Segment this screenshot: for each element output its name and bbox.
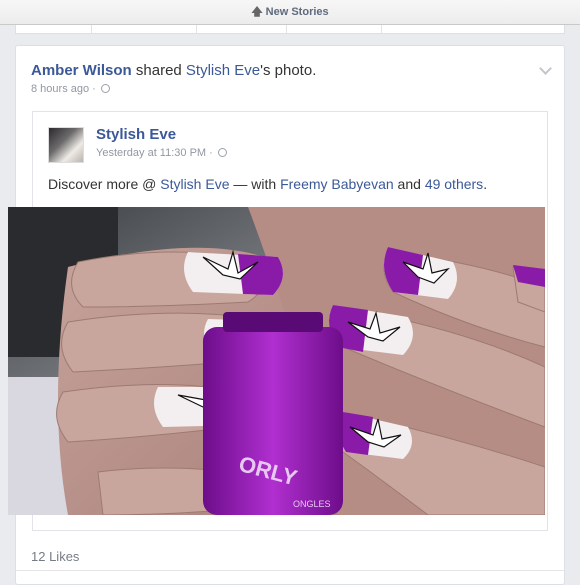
shared-description: Discover more @ Stylish Eve — with Freem…	[48, 176, 487, 192]
verb-text: shared	[131, 62, 186, 79]
story-timestamp[interactable]: 8 hours ago ·	[31, 83, 110, 95]
shared-time-text: Yesterday at 11:30 PM ·	[96, 147, 216, 159]
tagged-person-link[interactable]: Freemy Babyevan	[280, 176, 394, 192]
story-time-text: 8 hours ago ·	[31, 83, 99, 95]
desc-page-link[interactable]: Stylish Eve	[160, 176, 229, 192]
others-link[interactable]: 49 others	[425, 176, 483, 192]
new-stories-label: New Stories	[265, 6, 329, 18]
globe-icon	[217, 148, 227, 157]
nail-polish-bottle: ORLY ONGLES	[203, 312, 343, 515]
desc-and: and	[393, 176, 425, 192]
shared-timestamp[interactable]: Yesterday at 11:30 PM ·	[96, 147, 227, 159]
previous-story-edge	[15, 25, 565, 34]
up-arrow-icon: 🡅	[251, 6, 263, 18]
desc-prefix: Discover more @	[48, 176, 161, 192]
desc-mid: — with	[229, 176, 281, 192]
divider	[16, 570, 564, 571]
suffix-text: 's photo.	[260, 62, 317, 79]
new-stories-bar[interactable]: 🡅 New Stories	[0, 0, 580, 25]
chevron-down-icon[interactable]	[539, 62, 552, 75]
avatar[interactable]	[48, 127, 84, 163]
story-header: Amber Wilson shared Stylish Eve's photo.	[31, 62, 316, 79]
shared-page-name[interactable]: Stylish Eve	[96, 126, 176, 143]
desc-end: .	[483, 176, 488, 192]
polish-small-text: ONGLES	[293, 499, 331, 509]
globe-icon	[100, 84, 110, 93]
actor-link[interactable]: Amber Wilson	[31, 62, 132, 79]
likes-count[interactable]: 12 Likes	[31, 549, 79, 564]
shared-photo[interactable]: ORLY ONGLES	[8, 207, 545, 515]
page-link[interactable]: Stylish Eve	[186, 62, 260, 79]
